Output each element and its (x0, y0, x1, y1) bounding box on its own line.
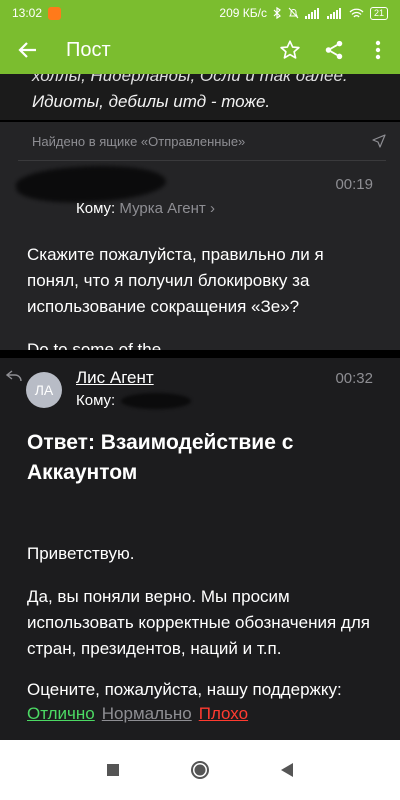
found-in-folder-text: Найдено в ящике «Отправленные» (32, 133, 246, 149)
sent-arrow-icon (372, 134, 386, 148)
notification-app-icon (48, 6, 62, 20)
network-speed: 209 КБ/с (219, 6, 267, 20)
signal-icon-2 (326, 7, 341, 19)
back-arrow-icon (18, 42, 36, 58)
recipient-name: Мурка Агент (119, 200, 206, 217)
wifi-icon (349, 8, 364, 17)
to-label: Кому: (76, 200, 116, 217)
back-nav-button[interactable] (267, 750, 307, 790)
message-time: 00:32 (335, 370, 373, 387)
mute-bell-icon (288, 7, 299, 19)
rating-excellent-link: Отлично (27, 704, 95, 723)
recipient-row: Кому: Мурка Агент › (76, 200, 215, 217)
recents-button[interactable] (93, 750, 133, 790)
message-greeting: Приветствую. (27, 544, 135, 563)
recipient-row: Кому: (76, 392, 192, 409)
status-time: 13:02 (12, 6, 43, 20)
share-icon (325, 40, 343, 60)
favorite-button[interactable] (268, 26, 312, 74)
status-right: 209 КБ/с 21 (219, 6, 388, 20)
circle-icon (190, 761, 209, 779)
triangle-back-icon (280, 763, 293, 777)
page-title: Пост (66, 38, 111, 61)
bluetooth-icon (273, 7, 281, 19)
chevron-right-icon: › (209, 200, 215, 217)
reply-message-card: ЛА Лис Агент 00:32 Кому: Ответ: Взаимоде… (0, 358, 400, 740)
previous-text-line: Идиоты, дебилы итд - тоже. (32, 92, 271, 111)
more-options-button[interactable] (356, 26, 400, 74)
message-time: 00:19 (335, 176, 373, 193)
message-body: Скажите пожалуйста, правильно ли я понял… (27, 245, 324, 316)
post-content[interactable]: холлы, Нидерланды, Осли и так далее. Иди… (0, 74, 400, 740)
message-paragraph: Да, вы поняли верно. Мы просим использов… (27, 587, 370, 658)
app-bar: Пост (0, 26, 400, 74)
avatar: ЛА (26, 372, 62, 408)
signal-icon (304, 7, 319, 19)
rating-options: Отлично Нормально Плохо (27, 704, 248, 724)
sender-name: Лис Агент (76, 368, 154, 387)
status-left: 13:02 (12, 6, 62, 20)
rating-question: Оцените, пожалуйста, нашу поддержку: (27, 680, 342, 699)
previous-text-block: холлы, Нидерланды, Осли и так далее. Иди… (0, 74, 400, 120)
rating-normal-link: Нормально (101, 704, 192, 723)
truncated-text: Do to some of the (27, 340, 162, 350)
rating-bad-link: Плохо (198, 704, 249, 723)
star-icon (280, 40, 300, 59)
share-button[interactable] (312, 26, 356, 74)
home-button[interactable] (180, 750, 220, 790)
system-nav-bar (0, 740, 400, 800)
previous-text-line: холлы, Нидерланды, Осли и так далее. (32, 74, 348, 85)
message-subject: Ответ: Взаимодействие с Аккаунтом (27, 431, 294, 484)
sent-message-card: Найдено в ящике «Отправленные» 00:19 Ком… (0, 122, 400, 350)
redaction-scribble (121, 392, 192, 409)
divider (0, 350, 400, 358)
reply-arrow-icon (6, 370, 22, 382)
status-bar: 13:02 209 КБ/с 21 (0, 0, 400, 26)
battery-icon: 21 (369, 6, 388, 20)
to-label: Кому: (76, 392, 116, 409)
square-icon (107, 764, 120, 776)
found-in-folder-bar: Найдено в ящике «Отправленные» (18, 122, 386, 161)
back-button[interactable] (0, 26, 56, 74)
more-vert-icon (375, 40, 381, 60)
